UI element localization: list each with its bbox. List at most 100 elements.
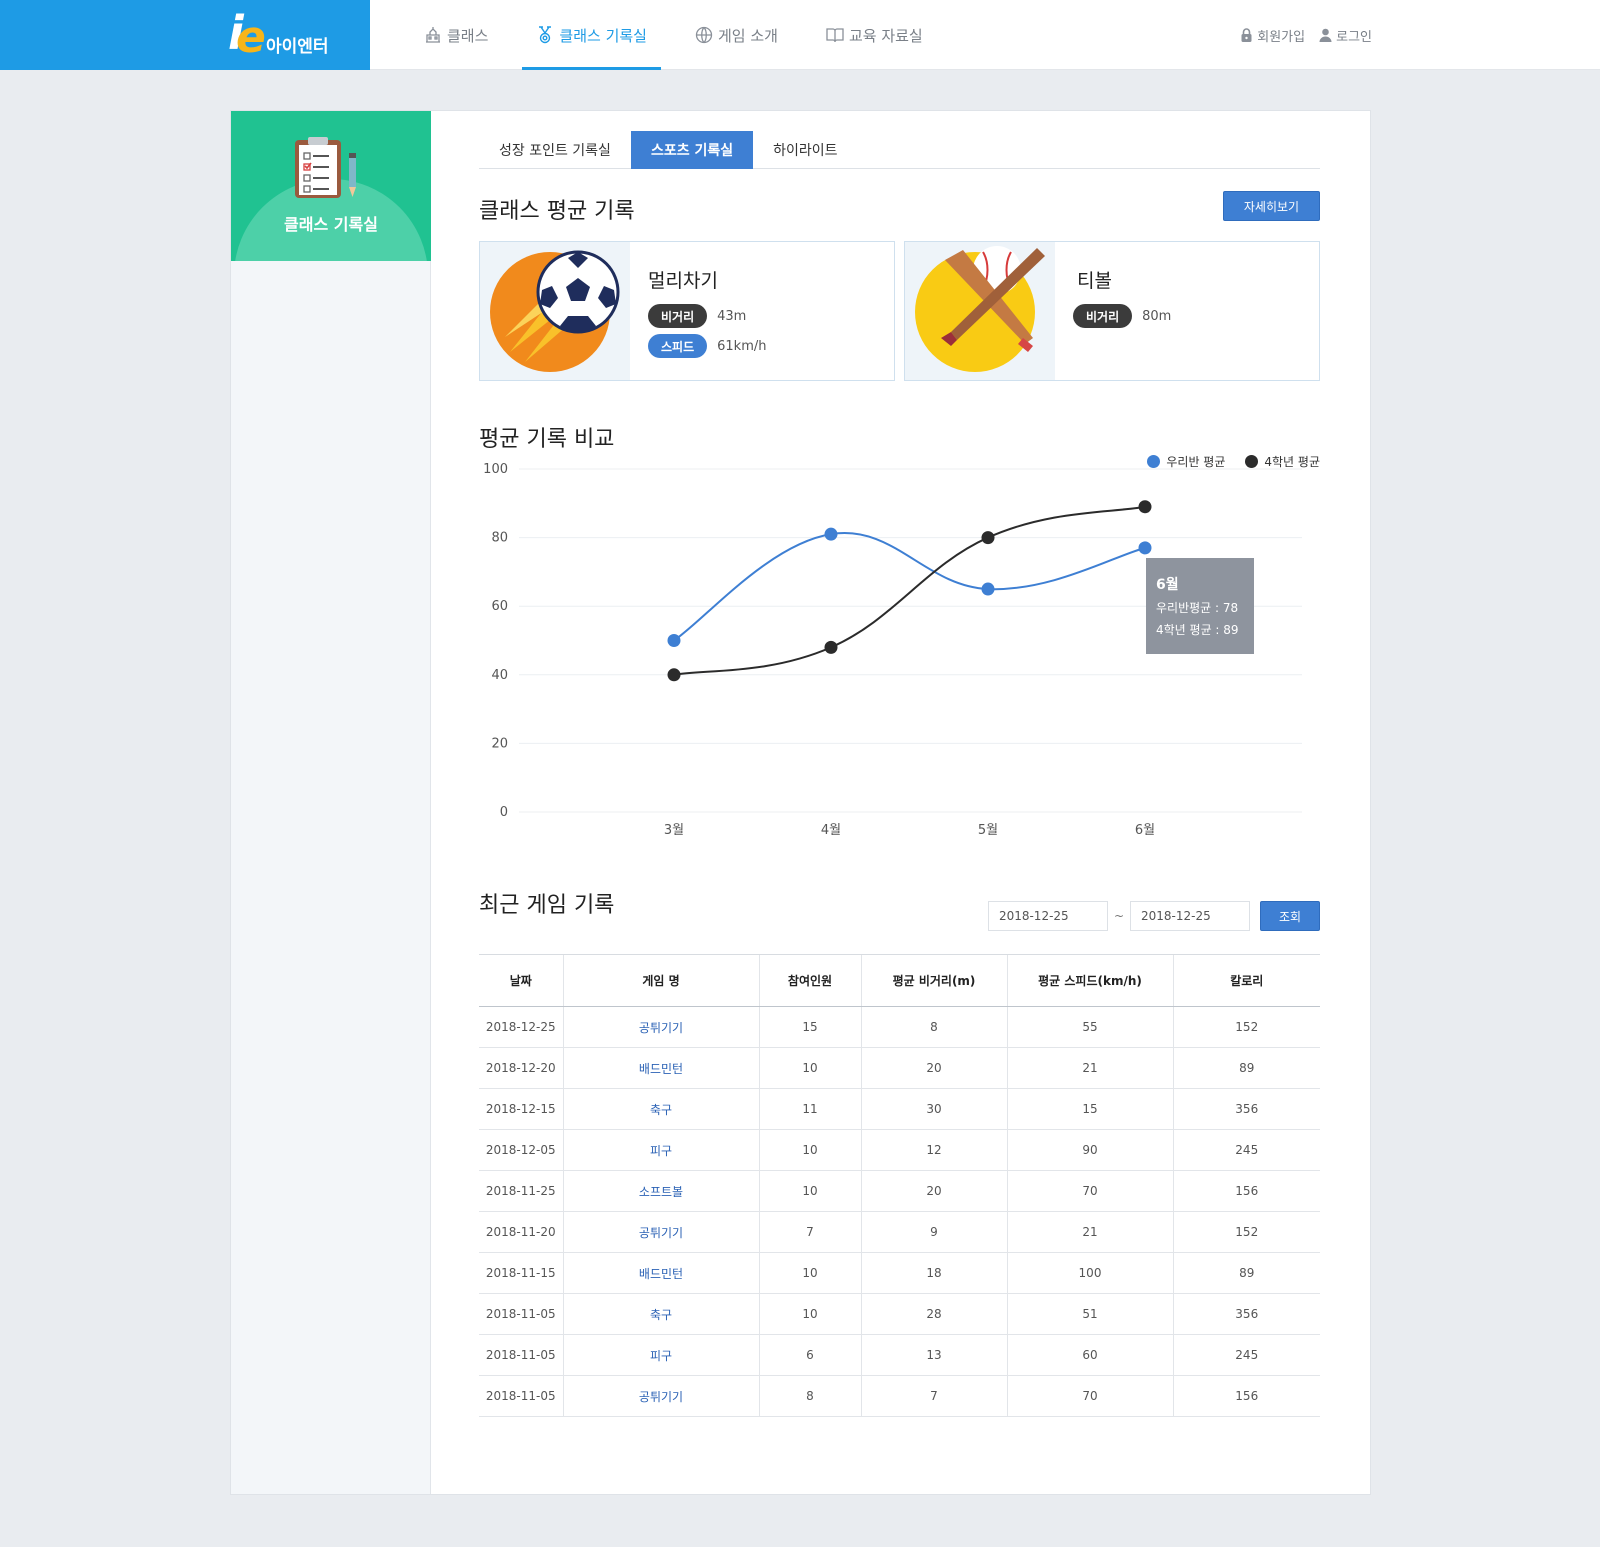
tab-highlights[interactable]: 하이라이트 <box>753 131 857 169</box>
series-line-our-class <box>673 532 1146 642</box>
cell-participants: 10 <box>758 1047 861 1089</box>
data-point[interactable] <box>667 668 681 682</box>
cell-game-name[interactable]: 소프트볼 <box>562 1170 759 1212</box>
cell-game-name[interactable]: 피구 <box>562 1129 759 1171</box>
cell-participants: 6 <box>758 1334 861 1376</box>
cell-calories: 152 <box>1172 1006 1320 1048</box>
signup-link[interactable]: 회원가입 <box>1240 26 1305 45</box>
cell-calories: 156 <box>1172 1170 1320 1212</box>
cell-avg-speed: 60 <box>1006 1334 1173 1376</box>
cell-game-name[interactable]: 피구 <box>562 1334 759 1376</box>
search-button[interactable]: 조회 <box>1260 901 1320 931</box>
card-teeball-name: 티볼 <box>1077 270 1112 292</box>
data-point[interactable] <box>981 582 995 596</box>
cell-date: 2018-11-05 <box>479 1293 563 1335</box>
nav-class[interactable]: 클래스 <box>410 0 502 70</box>
login-link[interactable]: 로그인 <box>1319 26 1372 45</box>
cell-game-name[interactable]: 공튀기기 <box>562 1211 759 1253</box>
data-point[interactable] <box>667 634 681 647</box>
data-point[interactable] <box>824 527 838 541</box>
cell-avg-distance: 8 <box>860 1006 1007 1048</box>
table-row: 2018-11-25 소프트볼 10 20 70 156 <box>479 1170 1320 1212</box>
site-logo[interactable]: i e 아이엔터 <box>228 10 348 60</box>
col-participants[interactable]: 참여인원 <box>758 954 861 1007</box>
cell-participants: 10 <box>758 1293 861 1335</box>
cell-avg-distance: 20 <box>860 1047 1007 1089</box>
class-average-title: 클래스 평균 기록 <box>479 199 635 224</box>
sidebar-title: 클래스 기록실 <box>284 215 378 234</box>
data-point[interactable] <box>1138 541 1152 555</box>
cell-date: 2018-11-25 <box>479 1170 563 1212</box>
recent-records-title: 최근 게임 기록 <box>479 893 615 918</box>
tooltip-line-grade4: 4학년 평균 : 89 <box>1156 623 1239 637</box>
table-row: 2018-11-20 공튀기기 7 9 21 152 <box>479 1211 1320 1253</box>
cell-game-name[interactable]: 공튀기기 <box>562 1006 759 1048</box>
col-avg-distance[interactable]: 평균 비거리(m) <box>860 954 1007 1007</box>
nav-class-records[interactable]: 클래스 기록실 <box>522 0 661 70</box>
cell-avg-distance: 9 <box>860 1211 1007 1253</box>
distance-badge: 비거리 <box>648 304 708 328</box>
data-point[interactable] <box>824 640 838 654</box>
cell-avg-distance: 13 <box>860 1334 1007 1376</box>
cell-calories: 245 <box>1172 1334 1320 1376</box>
y-tick-label: 60 <box>491 599 508 614</box>
date-from-input[interactable] <box>987 901 1108 931</box>
y-tick-label: 20 <box>491 736 508 751</box>
cell-game-name[interactable]: 축구 <box>562 1088 759 1130</box>
distance-badge: 비거리 <box>1073 304 1133 328</box>
table-row: 2018-11-05 피구 6 13 60 245 <box>479 1334 1320 1376</box>
cell-participants: 10 <box>758 1170 861 1212</box>
logo-text: 아이엔터 <box>266 37 329 57</box>
y-tick-label: 100 <box>483 462 508 477</box>
record-card-kick: 멀리차기 비거리 43m 스피드 61km/h <box>479 241 895 381</box>
sidebar-header: 클래스 기록실 <box>231 111 431 261</box>
date-to-input[interactable] <box>1130 901 1250 931</box>
auth-links: 회원가입 로그인 <box>1226 0 1372 70</box>
x-tick-label: 4월 <box>821 823 841 838</box>
record-card-teeball: 티볼 비거리 80m <box>904 241 1320 381</box>
average-compare-chart: 0204060801003월 4월 5월 6월6월우리반평균 : 784학년 평균 :… <box>483 462 1302 838</box>
cell-avg-speed: 21 <box>1006 1047 1173 1089</box>
tab-sports-records[interactable]: 스포츠 기록실 <box>630 131 754 169</box>
logo-e-mark: e <box>236 12 266 63</box>
distance-value: 80m <box>1142 308 1172 324</box>
cell-avg-speed: 51 <box>1006 1293 1173 1335</box>
card-kick-name: 멀리차기 <box>648 270 718 292</box>
col-calories[interactable]: 칼로리 <box>1172 954 1320 1007</box>
logo-area[interactable]: i e 아이엔터 <box>0 0 370 70</box>
cell-date: 2018-11-20 <box>479 1211 563 1253</box>
cell-game-name[interactable]: 배드민턴 <box>562 1252 759 1294</box>
tab-growth-points[interactable]: 성장 포인트 기록실 <box>479 131 631 169</box>
nav-game-intro-label: 게임 소개 <box>717 26 778 45</box>
cell-participants: 8 <box>758 1375 861 1417</box>
cell-avg-distance: 18 <box>860 1252 1007 1294</box>
series-line-grade4 <box>673 505 1146 676</box>
col-game-name[interactable]: 게임 명 <box>562 954 759 1007</box>
nav-edu-materials[interactable]: 교육 자료실 <box>812 0 937 70</box>
cell-avg-speed: 70 <box>1006 1375 1173 1417</box>
x-tick-label: 3월 <box>664 823 684 838</box>
cell-participants: 7 <box>758 1211 861 1253</box>
cell-game-name[interactable]: 축구 <box>562 1293 759 1335</box>
cell-calories: 156 <box>1172 1375 1320 1417</box>
y-tick-label: 80 <box>491 531 508 546</box>
cell-avg-distance: 20 <box>860 1170 1007 1212</box>
data-point[interactable] <box>981 531 995 545</box>
detail-button[interactable]: 자세히보기 <box>1223 191 1320 221</box>
x-tick-label: 6월 <box>1135 823 1155 838</box>
cell-calories: 245 <box>1172 1129 1320 1171</box>
cell-game-name[interactable]: 공튀기기 <box>562 1375 759 1417</box>
col-date[interactable]: 날짜 <box>479 954 563 1007</box>
data-point[interactable] <box>1138 500 1152 514</box>
cell-avg-distance: 30 <box>860 1088 1007 1130</box>
sidebar: 클래스 기록실 <box>231 111 431 1494</box>
col-avg-speed[interactable]: 평균 스피드(km/h) <box>1006 954 1173 1007</box>
content-container: 클래스 기록실 성장 포인트 기록실 스포츠 기록실 하이라이트 클래스 평균 … <box>230 110 1371 1495</box>
cell-game-name[interactable]: 배드민턴 <box>562 1047 759 1089</box>
baseball-bat-illustration <box>905 242 1055 380</box>
nav-game-intro[interactable]: 게임 소개 <box>681 0 792 70</box>
table-header-row: 날짜 게임 명 참여인원 평균 비거리(m) 평균 스피드(km/h) 칼로리 <box>479 954 1320 1007</box>
book-icon <box>826 28 844 43</box>
user-icon <box>1319 28 1332 42</box>
records-table: 날짜 게임 명 참여인원 평균 비거리(m) 평균 스피드(km/h) 칼로리 … <box>479 954 1320 1417</box>
